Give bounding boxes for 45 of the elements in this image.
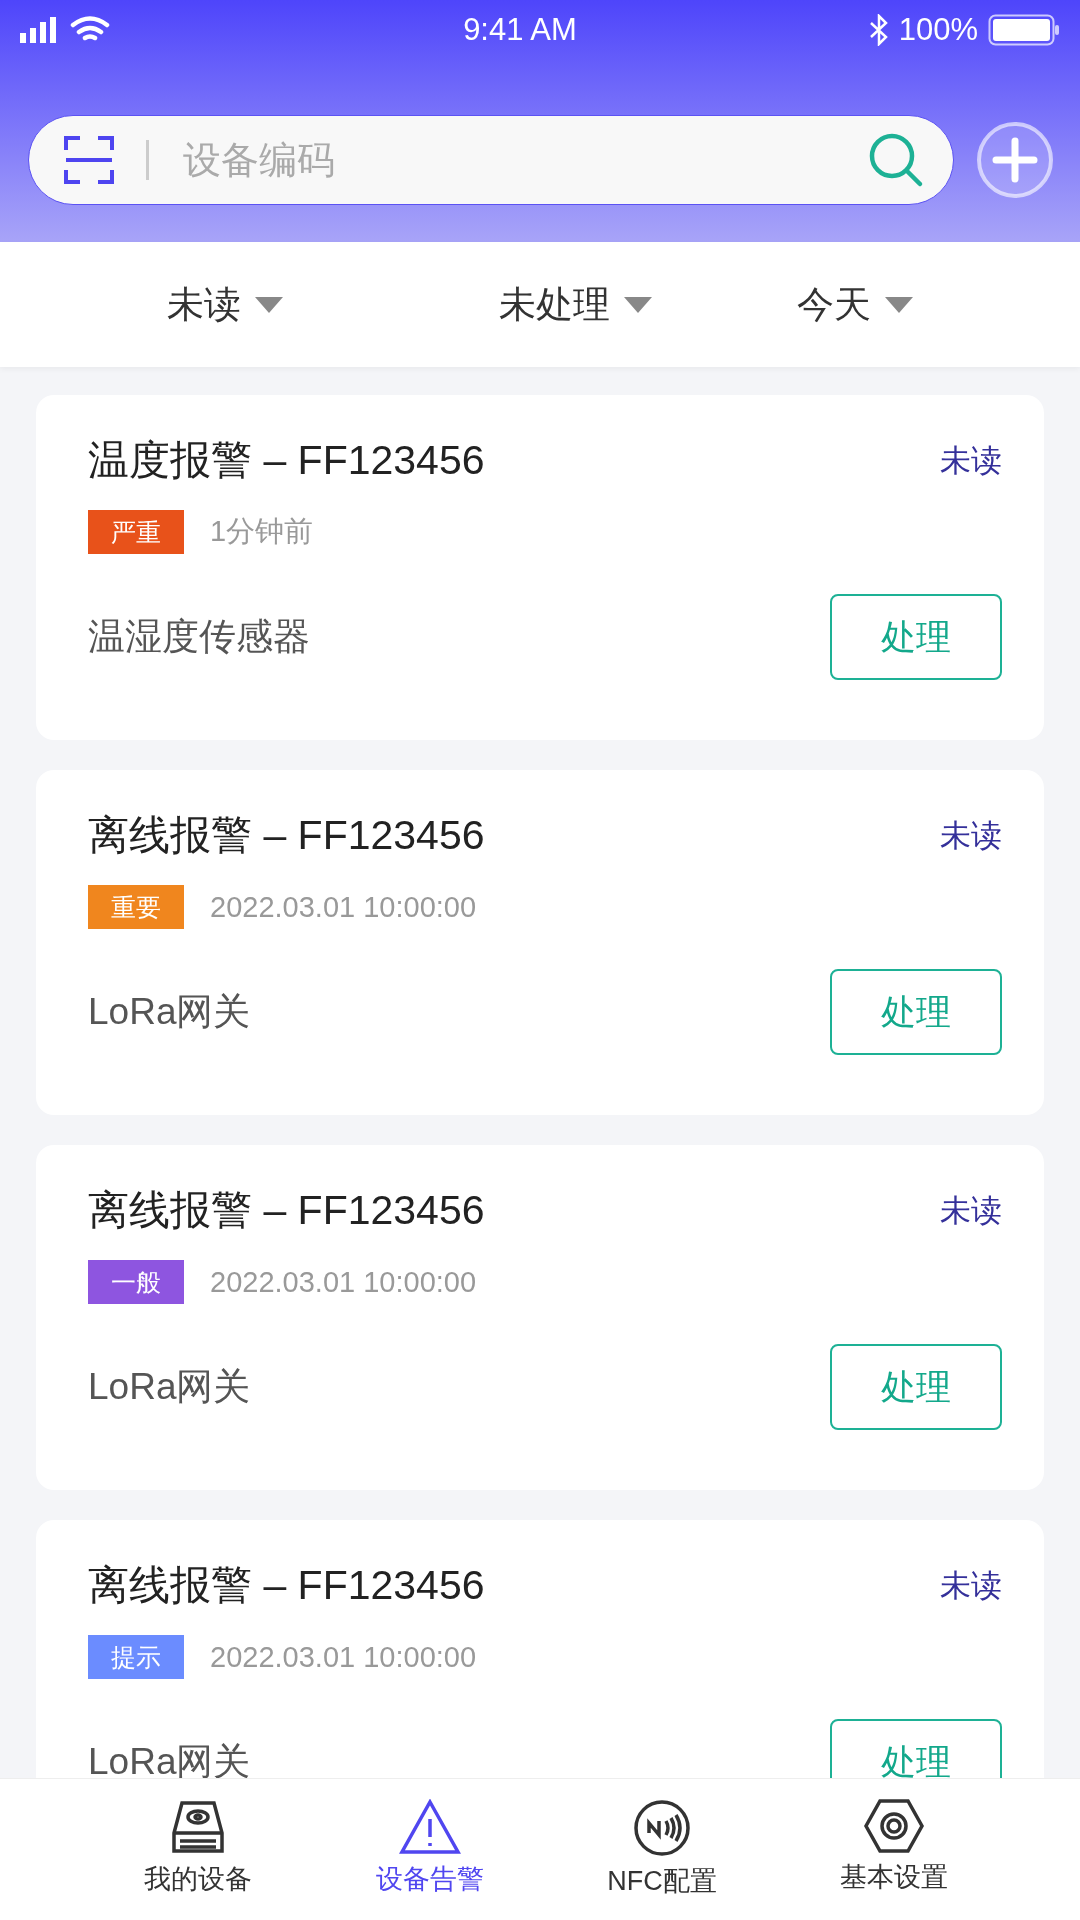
nav-tab[interactable]: 基本设置 [778,1779,1010,1920]
battery-icon [988,14,1060,46]
read-status: 未读 [940,441,1002,480]
nav-tab[interactable]: 我的设备 [82,1779,314,1920]
severity-tag: 重要 [88,885,184,929]
device-name: 温湿度传感器 [88,615,310,659]
alarm-time: 2022.03.01 10:00:00 [210,890,477,924]
alarm-title: 离线报警 – FF123456 [88,1186,485,1235]
battery-percent: 100% [898,12,978,48]
status-time: 9:41 AM [462,12,578,48]
alarm-title: 离线报警 – FF123456 [88,811,485,860]
alarm-card[interactable]: 温度报警 – FF123456 未读 严重 1分钟前 温湿度传感器 处理 [36,395,1044,740]
alarm-time: 2022.03.01 10:00:00 [210,1640,477,1674]
caret-icon [255,296,283,313]
scan-icon[interactable] [64,136,114,184]
read-status: 未读 [940,1191,1002,1230]
warning-icon [399,1799,461,1855]
filter-dropdown[interactable]: 今天 [700,278,1010,331]
device-name: LoRa网关 [88,1365,251,1409]
search-field[interactable]: 设备编码 [28,115,954,205]
alarm-time: 2022.03.01 10:00:00 [210,1265,477,1299]
severity-tag: 严重 [88,510,184,554]
alarm-card[interactable]: 离线报警 – FF123456 未读 一般 2022.03.01 10:00:00 LoRa网关 处理 [36,1145,1044,1490]
device-name: LoRa网关 [88,990,251,1034]
filter-dropdown[interactable]: 未处理 [450,278,700,331]
hex-nut-icon [864,1799,924,1853]
filter-dropdown[interactable]: 未读 [0,278,450,331]
hard-drive-icon [170,1799,226,1855]
alarm-time: 1分钟前 [210,514,314,549]
nav-tab[interactable]: 设备告警 [314,1779,546,1920]
search-icon[interactable] [868,132,924,188]
signal-icon [20,17,56,43]
alarm-title: 离线报警 – FF123456 [88,1561,485,1610]
caret-icon [623,296,652,313]
add-icon[interactable] [976,121,1054,199]
read-status: 未读 [940,816,1002,855]
read-status: 未读 [940,1566,1002,1605]
severity-tag: 提示 [88,1635,184,1679]
bluetooth-icon [868,14,889,46]
caret-icon [885,296,913,313]
nav-tab[interactable]: NFC配置 [546,1779,778,1920]
severity-tag: 一般 [88,1260,184,1304]
alarm-card[interactable]: 离线报警 – FF123456 未读 重要 2022.03.01 10:00:00 LoRa网关 处理 [36,770,1044,1115]
alarm-title: 温度报警 – FF123456 [88,436,485,485]
nfc-icon [633,1799,691,1857]
